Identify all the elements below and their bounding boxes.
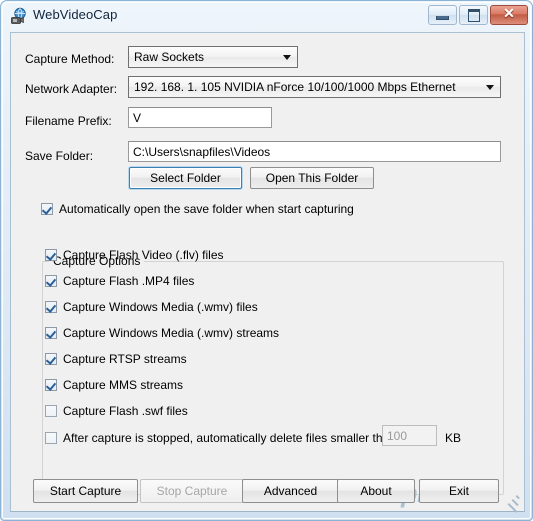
stop-capture-button[interactable]: Stop Capture: [140, 479, 244, 503]
advanced-button[interactable]: Advanced: [242, 479, 339, 503]
chevron-down-icon: [486, 85, 494, 90]
maximize-icon: [460, 6, 487, 24]
close-button[interactable]: ✕: [490, 5, 528, 25]
title-bar[interactable]: WebVideoCap ✕: [3, 3, 532, 30]
exit-button[interactable]: Exit: [419, 479, 499, 503]
checkbox-icon: [45, 327, 57, 339]
capture-rtsp-streams-label: Capture RTSP streams: [63, 352, 187, 366]
filename-prefix-label: Filename Prefix:: [25, 114, 112, 128]
network-adapter-value: 192. 168. 1. 105 NVIDIA nForce 10/100/10…: [134, 80, 456, 94]
checkbox-icon: [45, 249, 57, 261]
delete-threshold-unit-label: KB: [445, 431, 462, 445]
minimize-button[interactable]: [428, 5, 457, 25]
capture-method-label: Capture Method:: [25, 52, 115, 66]
checkbox-icon: [45, 405, 57, 417]
globe-camera-icon: [10, 7, 28, 25]
auto-open-save-folder-checkbox[interactable]: Automatically open the save folder when …: [41, 202, 354, 216]
capture-flash-mp4-checkbox[interactable]: Capture Flash .MP4 files: [45, 274, 194, 288]
capture-flash-flv-checkbox[interactable]: Capture Flash Video (.flv) files: [45, 248, 224, 262]
start-capture-button[interactable]: Start Capture: [33, 479, 138, 503]
capture-wmv-streams-label: Capture Windows Media (.wmv) streams: [63, 326, 280, 340]
window-title: WebVideoCap: [33, 7, 118, 22]
checkbox-icon: [45, 432, 57, 444]
delete-threshold-input[interactable]: 100: [382, 425, 437, 446]
client-area: Capture Method: Raw Sockets Network Adap…: [10, 32, 525, 513]
capture-flash-mp4-label: Capture Flash .MP4 files: [63, 274, 195, 288]
capture-wmv-files-checkbox[interactable]: Capture Windows Media (.wmv) files: [45, 300, 258, 314]
select-folder-button[interactable]: Select Folder: [129, 167, 242, 189]
save-folder-input[interactable]: C:\Users\snapfiles\Videos: [128, 141, 501, 162]
capture-wmv-streams-checkbox[interactable]: Capture Windows Media (.wmv) streams: [45, 326, 279, 340]
delete-small-files-label: After capture is stopped, automatically …: [63, 431, 400, 445]
auto-open-save-folder-label: Automatically open the save folder when …: [59, 202, 354, 216]
network-adapter-combo[interactable]: 192. 168. 1. 105 NVIDIA nForce 10/100/10…: [128, 76, 501, 98]
chevron-down-icon: [283, 55, 291, 60]
application-window: WebVideoCap ✕ Capture Method: Raw Socket…: [0, 0, 533, 521]
capture-flash-swf-label: Capture Flash .swf files: [63, 404, 188, 418]
checkbox-icon: [45, 301, 57, 313]
capture-mms-streams-label: Capture MMS streams: [63, 378, 184, 392]
capture-flash-flv-label: Capture Flash Video (.flv) files: [63, 248, 224, 262]
network-adapter-label: Network Adapter:: [25, 82, 118, 96]
capture-method-combo[interactable]: Raw Sockets: [128, 46, 298, 68]
capture-mms-streams-checkbox[interactable]: Capture MMS streams: [45, 378, 183, 392]
resize-grip[interactable]: [507, 494, 521, 513]
checkbox-icon: [45, 353, 57, 365]
minimize-icon: [429, 6, 456, 24]
capture-rtsp-streams-checkbox[interactable]: Capture RTSP streams: [45, 352, 187, 366]
checkbox-icon: [41, 203, 53, 215]
open-this-folder-button[interactable]: Open This Folder: [250, 167, 374, 189]
filename-prefix-input[interactable]: V: [128, 107, 272, 128]
save-folder-label: Save Folder:: [25, 149, 94, 163]
capture-wmv-files-label: Capture Windows Media (.wmv) files: [63, 300, 258, 314]
capture-method-value: Raw Sockets: [134, 50, 205, 64]
close-icon: ✕: [503, 7, 515, 22]
delete-small-files-checkbox[interactable]: After capture is stopped, automatically …: [45, 431, 399, 445]
capture-flash-swf-checkbox[interactable]: Capture Flash .swf files: [45, 404, 188, 418]
checkbox-icon: [45, 275, 57, 287]
checkbox-icon: [45, 379, 57, 391]
maximize-button[interactable]: [459, 5, 488, 25]
about-button[interactable]: About: [337, 479, 415, 503]
